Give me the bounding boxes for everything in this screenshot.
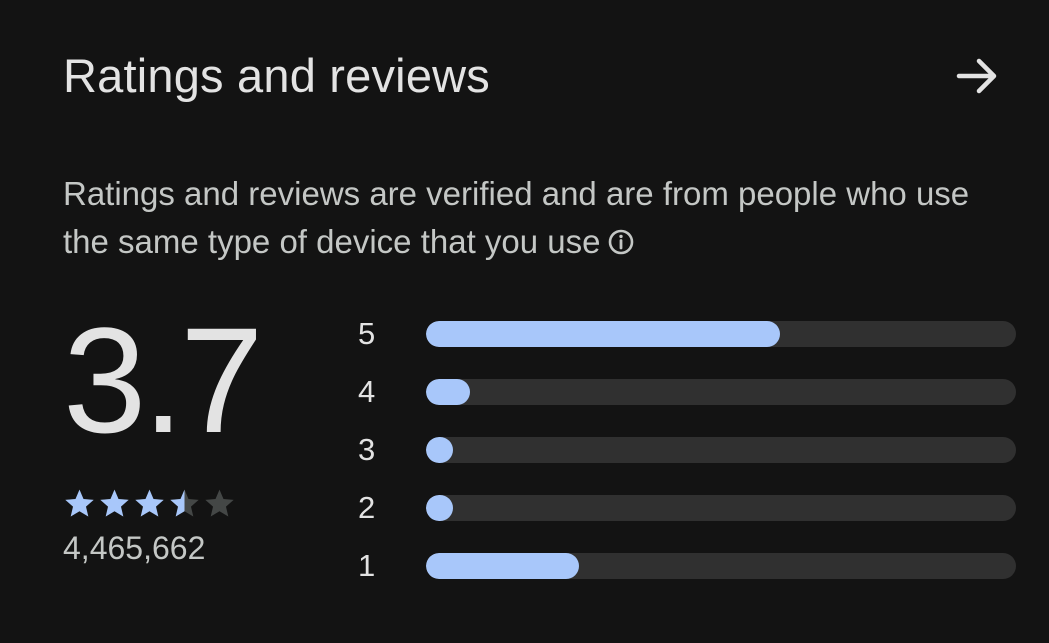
description-text: Ratings and reviews are verified and are… [63, 175, 970, 260]
rating-row-2: 2 [358, 479, 1018, 537]
info-icon[interactable] [607, 221, 635, 269]
rating-bar-fill [426, 379, 471, 405]
rating-row-label: 2 [358, 490, 376, 525]
rating-row-label: 3 [358, 432, 376, 467]
arrow-right-icon [956, 58, 997, 94]
rating-row-5: 5 [358, 305, 1018, 363]
average-rating: 3.7 [63, 296, 264, 464]
rating-summary: 3.7 4,465,662 [63, 296, 343, 566]
rating-bar-track [426, 553, 1016, 579]
rating-bar-fill [426, 437, 453, 463]
star-empty-icon [205, 489, 234, 517]
rating-row-4: 4 [358, 363, 1018, 421]
rating-bar-fill [426, 553, 580, 579]
rating-row-3: 3 [358, 421, 1018, 479]
rating-distribution: 5 4 3 2 1 [358, 305, 1018, 595]
rating-row-label: 5 [358, 316, 376, 351]
rating-bar-track [426, 437, 1016, 463]
star-full-icon [65, 489, 94, 517]
review-count: 4,465,662 [63, 530, 206, 566]
section-title: Ratings and reviews [63, 49, 491, 102]
rating-row-1: 1 [358, 537, 1018, 595]
rating-bar-fill [426, 321, 780, 347]
arrow-right-button[interactable] [951, 50, 1003, 102]
star-full-icon [100, 489, 129, 517]
rating-bar-fill [426, 495, 453, 521]
rating-row-label: 4 [358, 374, 376, 409]
star-full-icon [135, 489, 164, 517]
verified-description: Ratings and reviews are verified and are… [63, 170, 1003, 269]
rating-bar-track [426, 379, 1016, 405]
ratings-header: Ratings and reviews [63, 44, 1003, 108]
star-half-icon [170, 489, 199, 517]
rating-row-label: 1 [358, 548, 376, 583]
rating-bar-track [426, 495, 1016, 521]
star-rating [63, 487, 236, 519]
rating-bar-track [426, 321, 1016, 347]
